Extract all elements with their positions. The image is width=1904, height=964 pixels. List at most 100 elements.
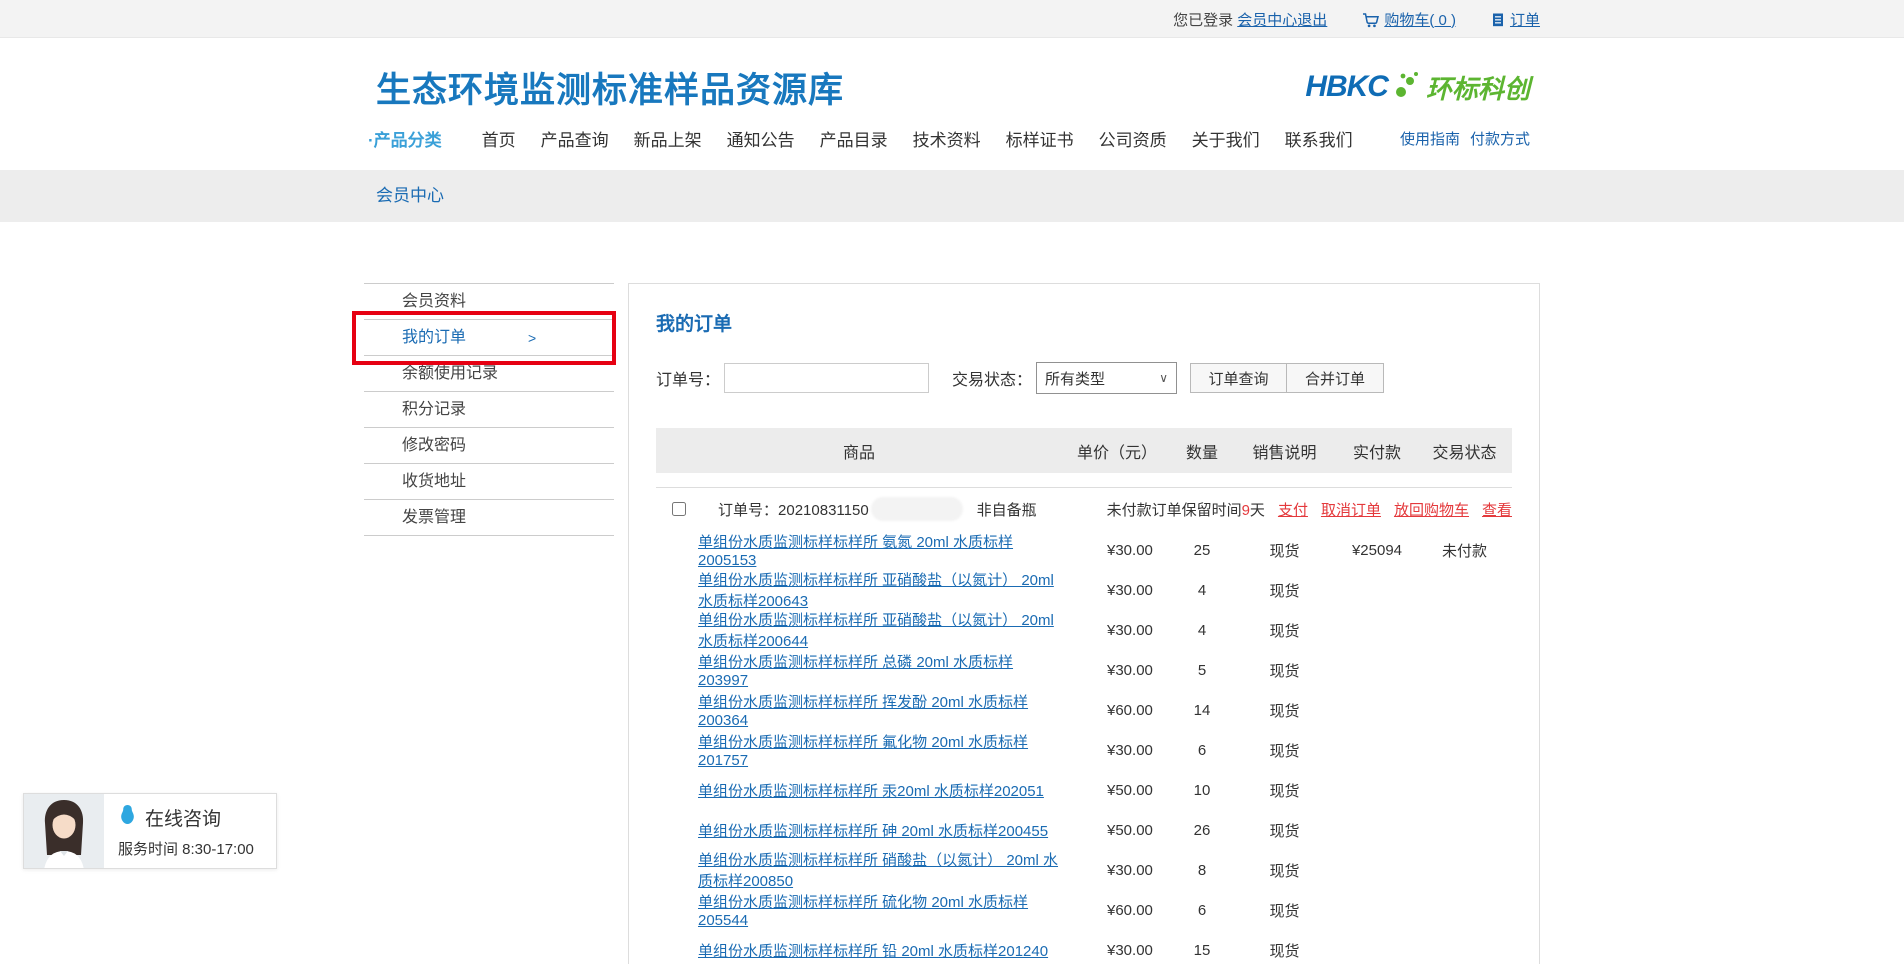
sale-note-value: 现货: [1232, 900, 1337, 921]
online-chat-widget[interactable]: 在线咨询 服务时间 8:30-17:00: [23, 793, 277, 869]
unit-price-value: ¥50.00: [1062, 822, 1172, 839]
unit-price-value: ¥30.00: [1062, 662, 1172, 679]
sidebar-item-label: 我的订单: [402, 320, 466, 355]
nav-item[interactable]: 通知公告: [727, 126, 795, 151]
product-link[interactable]: 单组份水质监测标样标样所 亚硝酸盐（以氮计） 20ml 水质标样200644: [698, 612, 1054, 650]
unit-price-value: ¥30.00: [1062, 942, 1172, 959]
bottle-note-text: 非自备瓶: [977, 499, 1037, 520]
brand-dots-icon: [1394, 70, 1420, 105]
order-item-row: 单组份水质监测标样标样所 氟化物 20ml 水质标样201757 ¥30.00 …: [656, 730, 1512, 770]
trade-status-label: 交易状态：: [952, 366, 1032, 390]
sidebar-item[interactable]: 发票管理: [364, 500, 614, 536]
member-center-link[interactable]: 会员中心: [1237, 9, 1297, 30]
nav-help-link[interactable]: 使用指南: [1400, 128, 1460, 149]
brand-abbr-text: HBKC: [1305, 70, 1388, 104]
login-status-text: 您已登录: [1173, 9, 1233, 30]
product-link[interactable]: 单组份水质监测标样标样所 硝酸盐（以氮计） 20ml 水质标样200850: [698, 852, 1058, 890]
main-nav: ·产品分类 首页产品查询新品上架通知公告产品目录技术资料标样证书公司资质关于我们…: [364, 118, 1540, 158]
nav-item[interactable]: 联系我们: [1285, 126, 1353, 151]
site-logo-title: 生态环境监测标准样品资源库: [376, 62, 844, 113]
order-item-row: 单组份水质监测标样标样所 硫化物 20ml 水质标样205544 ¥60.00 …: [656, 890, 1512, 930]
order-no-input[interactable]: [724, 363, 929, 393]
nav-item[interactable]: 标样证书: [1006, 126, 1074, 151]
company-logo: HBKC 环标科创: [1305, 69, 1530, 106]
chat-title[interactable]: 在线咨询: [145, 804, 221, 831]
sidebar-item-label: 积分记录: [402, 392, 466, 427]
nav-product-category[interactable]: ·产品分类: [368, 126, 442, 151]
cart-link[interactable]: 购物车( 0 ): [1384, 9, 1456, 30]
nav-help-link[interactable]: 付款方式: [1470, 128, 1530, 149]
order-item-row: 单组份水质监测标样标样所 挥发酚 20ml 水质标样200364 ¥60.00 …: [656, 690, 1512, 730]
sale-note-value: 现货: [1232, 580, 1337, 601]
order-header-row: 订单号：20210831150 非自备瓶 未付款订单保留时间9天 支付取消订单放…: [656, 488, 1512, 530]
nav-item[interactable]: 关于我们: [1192, 126, 1260, 151]
orders-link[interactable]: 订单: [1510, 9, 1540, 30]
order-query-button[interactable]: 订单查询: [1190, 363, 1287, 393]
nav-item[interactable]: 产品目录: [820, 126, 888, 151]
order-action-link[interactable]: 放回购物车: [1394, 499, 1469, 520]
col-header-trade-status: 交易状态: [1417, 439, 1512, 463]
quantity-value: 4: [1172, 582, 1232, 599]
col-header-sale-note: 销售说明: [1232, 439, 1337, 463]
service-time-text: 服务时间 8:30-17:00: [118, 838, 276, 859]
nav-item[interactable]: 公司资质: [1099, 126, 1167, 151]
nav-item[interactable]: 技术资料: [913, 126, 981, 151]
order-item-row: 单组份水质监测标样标样所 汞20ml 水质标样202051 ¥50.00 10 …: [656, 770, 1512, 810]
product-link[interactable]: 单组份水质监测标样标样所 挥发酚 20ml 水质标样200364: [698, 694, 1028, 729]
nav-right-links: 使用指南付款方式: [1400, 128, 1530, 149]
sidebar-item-label: 余额使用记录: [402, 356, 498, 391]
nav-item[interactable]: 首页: [482, 126, 516, 151]
nav-item[interactable]: 产品查询: [541, 126, 609, 151]
trade-status-select[interactable]: 所有类型 ∨: [1036, 362, 1177, 394]
brand-name-text: 环标科创: [1426, 69, 1530, 106]
sale-note-value: 现货: [1232, 660, 1337, 681]
product-link[interactable]: 单组份水质监测标样标样所 砷 20ml 水质标样200455: [698, 823, 1048, 840]
order-action-link[interactable]: 查看: [1482, 499, 1512, 520]
product-link[interactable]: 单组份水质监测标样标样所 氨氮 20ml 水质标样2005153: [698, 534, 1013, 569]
order-select-checkbox[interactable]: [672, 502, 686, 516]
quantity-value: 6: [1172, 902, 1232, 919]
order-action-link[interactable]: 支付: [1278, 499, 1308, 520]
sidebar-item[interactable]: 余额使用记录: [364, 356, 614, 392]
orders-table-header: 商品 单价（元） 数量 销售说明 实付款 交易状态: [656, 428, 1512, 473]
product-link[interactable]: 单组份水质监测标样标样所 铅 20ml 水质标样201240: [698, 943, 1048, 960]
col-header-paid: 实付款: [1337, 439, 1417, 463]
order-item-row: 单组份水质监测标样标样所 铅 20ml 水质标样201240 ¥30.00 15…: [656, 930, 1512, 964]
sidebar-item[interactable]: 我的订单 >: [364, 320, 614, 356]
breadcrumb[interactable]: 会员中心: [376, 186, 444, 205]
sidebar-item[interactable]: 积分记录: [364, 392, 614, 428]
sale-note-value: 现货: [1232, 540, 1337, 561]
product-link[interactable]: 单组份水质监测标样标样所 氟化物 20ml 水质标样201757: [698, 734, 1028, 769]
sidebar-item[interactable]: 收货地址: [364, 464, 614, 500]
sale-note-value: 现货: [1232, 940, 1337, 961]
site-header: 生态环境监测标准样品资源库 HBKC 环标科创 ·产品分类 首页产品查询新品上架…: [0, 38, 1904, 170]
order-no-text: 订单号：20210831150: [718, 499, 869, 520]
product-link[interactable]: 单组份水质监测标样标样所 亚硝酸盐（以氮计） 20ml 水质标样200643: [698, 572, 1054, 610]
sidebar-item[interactable]: 会员资料: [364, 284, 614, 320]
order-action-link[interactable]: 取消订单: [1321, 499, 1381, 520]
page-title: 我的订单: [656, 309, 1512, 336]
quantity-value: 14: [1172, 702, 1232, 719]
sidebar-item-label: 收货地址: [402, 464, 466, 499]
product-link[interactable]: 单组份水质监测标样标样所 硫化物 20ml 水质标样205544: [698, 894, 1028, 929]
agent-avatar: [24, 794, 104, 868]
breadcrumb-band: 会员中心: [0, 170, 1904, 222]
order-no-redaction-blur: [871, 497, 963, 521]
order-item-row: 单组份水质监测标样标样所 总磷 20ml 水质标样203997 ¥30.00 5…: [656, 650, 1512, 690]
sale-note-value: 现货: [1232, 780, 1337, 801]
nav-item[interactable]: 新品上架: [634, 126, 702, 151]
quantity-value: 26: [1172, 822, 1232, 839]
trade-status-selected-value: 所有类型: [1045, 368, 1105, 389]
merge-orders-button[interactable]: 合并订单: [1287, 363, 1384, 393]
quantity-value: 5: [1172, 662, 1232, 679]
trade-status-value: 未付款: [1417, 540, 1512, 561]
chevron-down-icon: ∨: [1159, 371, 1168, 385]
quantity-value: 15: [1172, 942, 1232, 959]
sidebar-item-label: 会员资料: [402, 284, 466, 319]
logout-link[interactable]: 退出: [1297, 9, 1327, 30]
product-link[interactable]: 单组份水质监测标样标样所 汞20ml 水质标样202051: [698, 783, 1044, 800]
main-content: 会员资料 我的订单 > 余额使用记录 积分记录 修改密码: [364, 283, 1540, 964]
product-link[interactable]: 单组份水质监测标样标样所 总磷 20ml 水质标样203997: [698, 654, 1013, 689]
sale-note-value: 现货: [1232, 700, 1337, 721]
sidebar-item[interactable]: 修改密码: [364, 428, 614, 464]
